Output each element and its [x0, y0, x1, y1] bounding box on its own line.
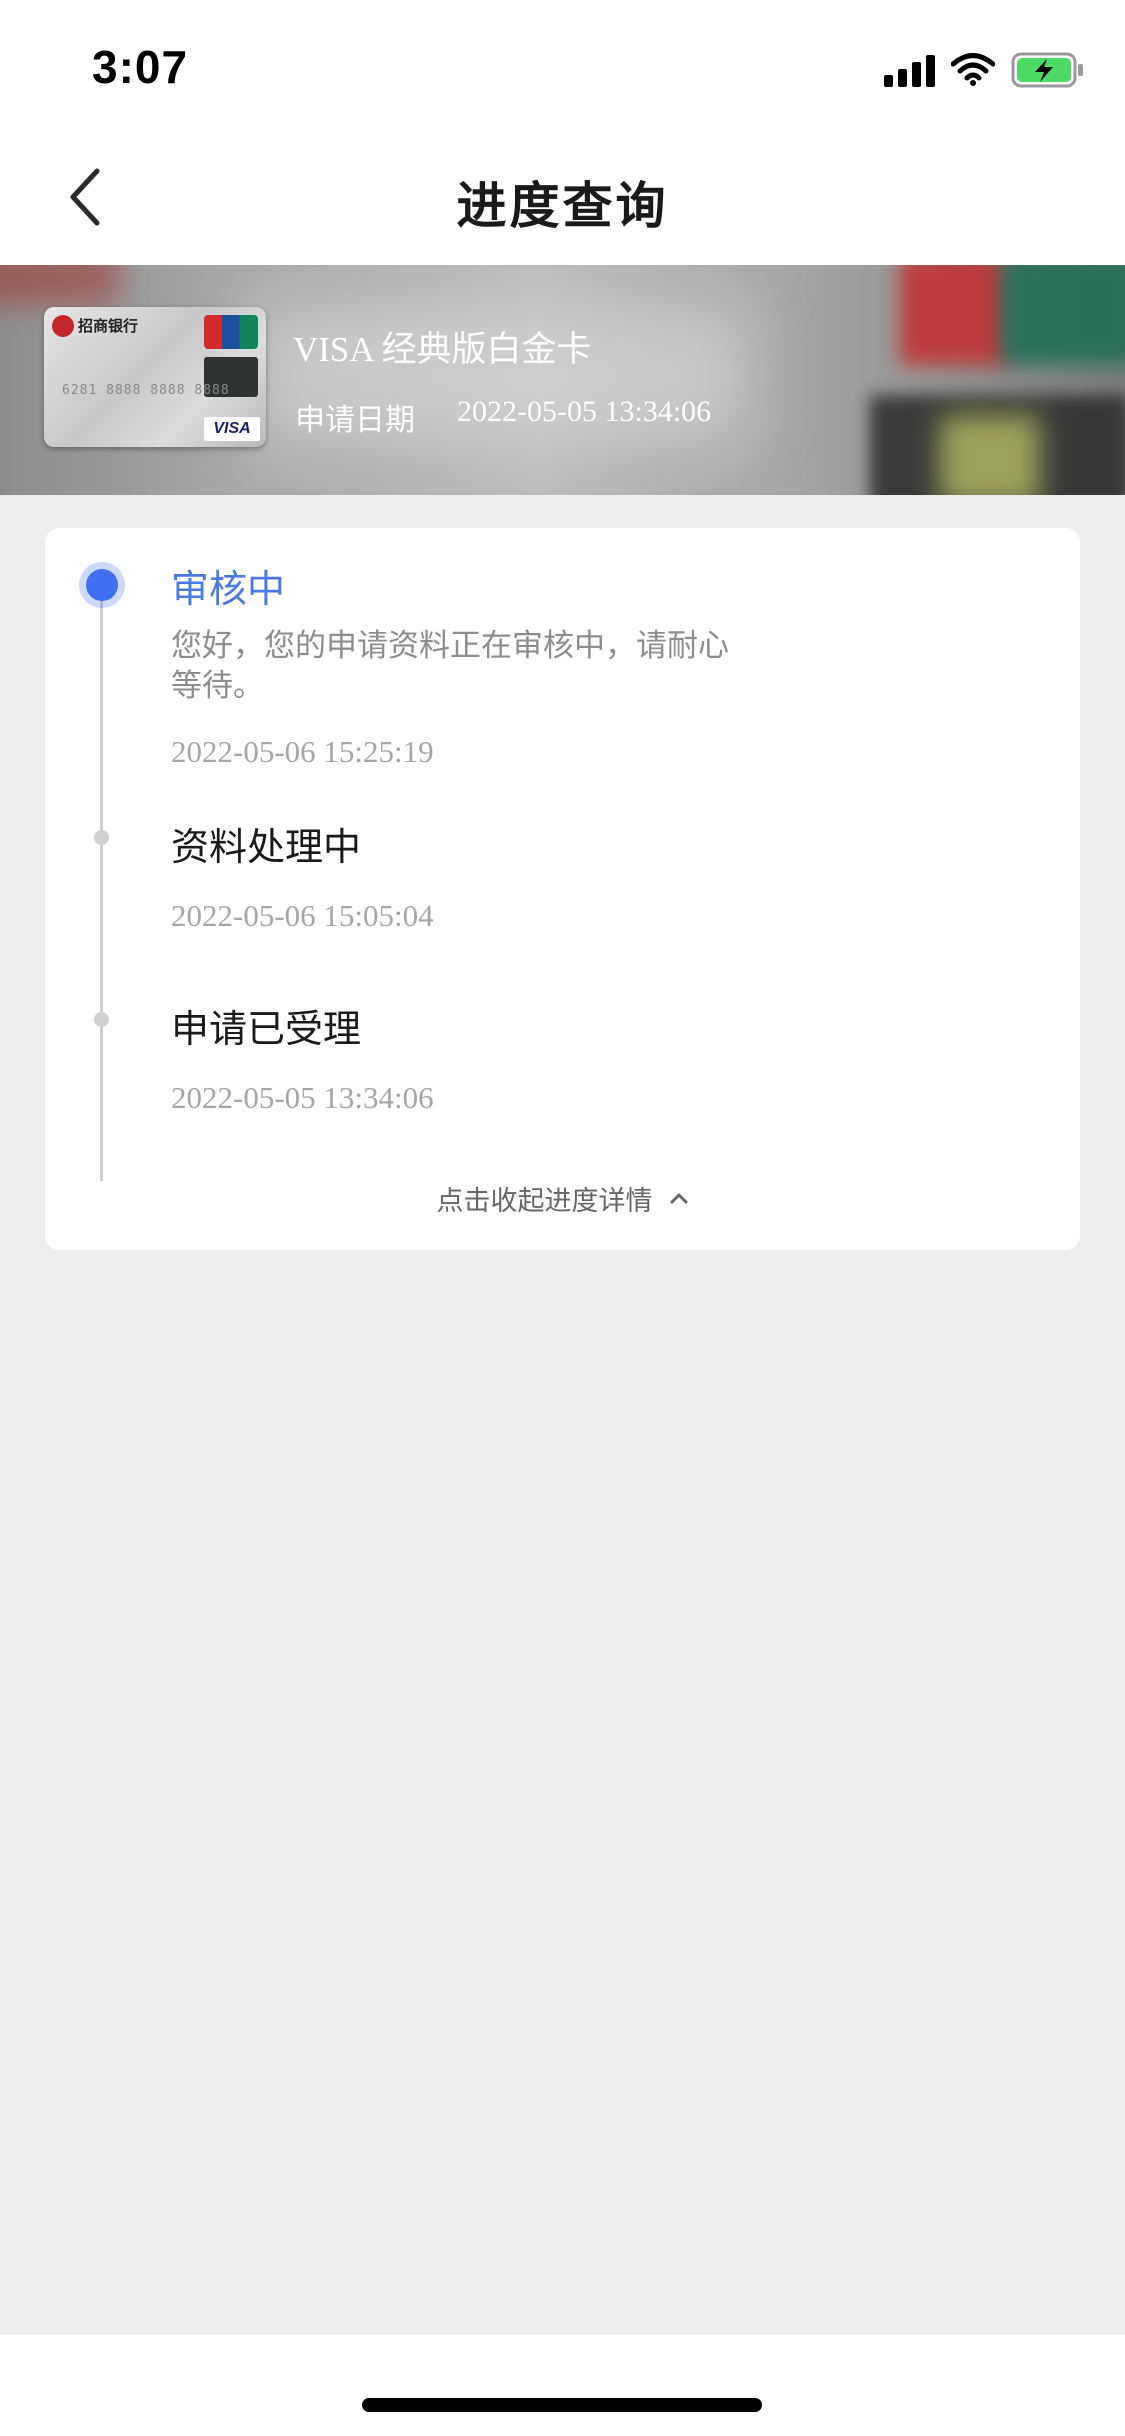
application-date-value: 2022-05-05 13:34:06: [457, 395, 712, 428]
battery-charging-icon: [1011, 52, 1083, 88]
wifi-icon: [951, 53, 995, 86]
timeline-line: [100, 583, 103, 1181]
timeline-step-time: 2022-05-06 15:05:04: [171, 898, 434, 933]
collapse-details-label: 点击收起进度详情: [436, 1185, 653, 1217]
progress-timeline: 审核中 您好，您的申请资料正在审核中，请耐心等待。 2022-05-06 15:…: [45, 528, 1080, 1250]
banner-backdrop: [0, 265, 120, 305]
bank-logo-icon: [52, 315, 74, 337]
chevron-up-icon: [670, 1193, 687, 1204]
status-time: 3:07: [92, 41, 189, 93]
timeline-dot: [94, 1012, 109, 1027]
visa-logo: VISA: [204, 417, 260, 441]
timeline-step-title: 审核中: [171, 567, 286, 611]
card-banner: 招商银行 6281 8888 8888 8888 VISA VISA 经典版白金…: [0, 265, 1125, 495]
timeline-step-time: 2022-05-06 15:25:19: [171, 734, 434, 769]
banner-backdrop: [940, 415, 1040, 495]
timeline-step-title: 申请已受理: [171, 1007, 362, 1051]
timeline-step-description: 您好，您的申请资料正在审核中，请耐心等待。: [171, 628, 729, 704]
unionpay-logo-icon: [204, 315, 258, 349]
timeline-dot: [94, 830, 109, 845]
card-bank-name: 招商银行: [78, 317, 139, 335]
home-indicator[interactable]: [362, 2398, 762, 2412]
card-number: 6281 8888 8888 8888: [62, 383, 230, 398]
application-date-label: 申请日期: [295, 403, 415, 438]
nav-bar: 进度查询: [0, 130, 1125, 265]
card-thumbnail: 招商银行 6281 8888 8888 8888 VISA: [44, 307, 266, 447]
timeline-step-time: 2022-05-05 13:34:06: [171, 1080, 434, 1115]
page-title: 进度查询: [456, 177, 669, 235]
timeline-dot-active: [79, 562, 125, 608]
application-date-row: 申请日期 2022-05-05 13:34:06: [295, 395, 711, 439]
status-bar: 3:07: [0, 0, 1125, 130]
banner-backdrop: [1000, 265, 1125, 365]
timeline-step-title: 资料处理中: [171, 825, 362, 869]
status-icons: [884, 48, 1085, 92]
bottom-safe-area: [0, 2335, 1125, 2436]
banner-backdrop: [900, 265, 1010, 365]
signal-icon: [884, 53, 935, 87]
collapse-details-button[interactable]: 点击收起进度详情: [45, 1168, 1080, 1228]
card-name: VISA 经典版白金卡: [293, 330, 592, 369]
